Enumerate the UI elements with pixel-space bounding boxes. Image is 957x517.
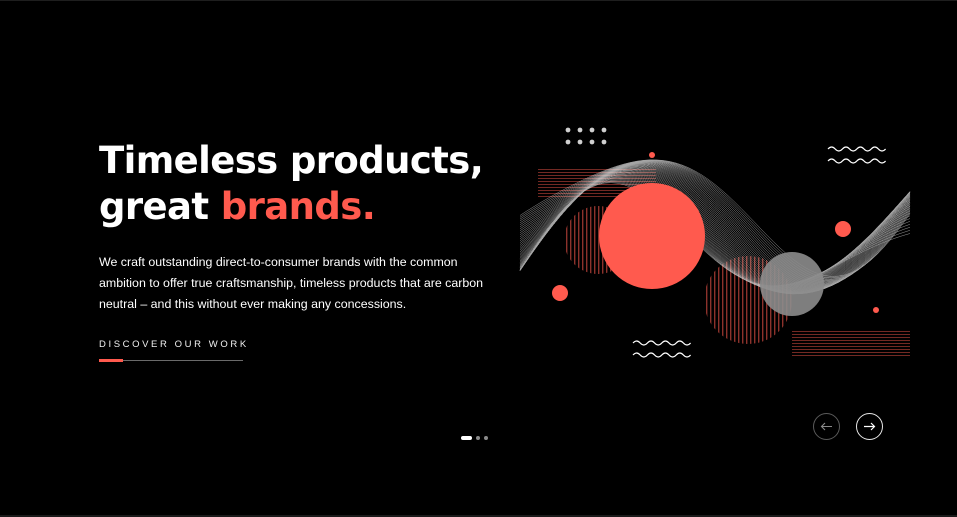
small-accent-circle-right: [835, 221, 851, 237]
pager-dot-1[interactable]: [461, 436, 472, 440]
squiggle-bottom: [632, 340, 692, 358]
previous-slide-button[interactable]: [813, 413, 840, 440]
tiny-accent-dot-right: [873, 307, 879, 313]
cta-progress-bar: [99, 359, 124, 362]
hero-title-accent: brands.: [220, 185, 376, 228]
dot-grid: [565, 127, 607, 145]
hero-illustration: [519, 127, 911, 358]
discover-our-work-link[interactable]: DISCOVER OUR WORK: [99, 339, 249, 363]
hero-title-line1: Timeless products,: [99, 139, 484, 182]
cta-label: DISCOVER OUR WORK: [99, 339, 249, 350]
large-accent-circle: [599, 183, 705, 289]
striped-block-bottom: [792, 330, 910, 358]
gray-circle: [760, 252, 824, 316]
hero-title: Timeless products, great brands.: [99, 138, 484, 230]
slide-pager: [461, 435, 488, 441]
next-slide-button[interactable]: [856, 413, 883, 440]
arrow-left-icon: [820, 422, 832, 431]
tiny-accent-dot-top: [649, 152, 655, 158]
hero-title-line2-prefix: great: [99, 185, 221, 228]
top-border: [0, 0, 957, 1]
small-accent-circle-left: [552, 285, 568, 301]
arrow-right-icon: [864, 422, 876, 431]
squiggle-top-right: [827, 146, 887, 164]
pager-dot-3[interactable]: [484, 436, 488, 440]
hero-description: We craft outstanding direct-to-consumer …: [99, 255, 484, 311]
pager-dot-2[interactable]: [476, 436, 480, 440]
